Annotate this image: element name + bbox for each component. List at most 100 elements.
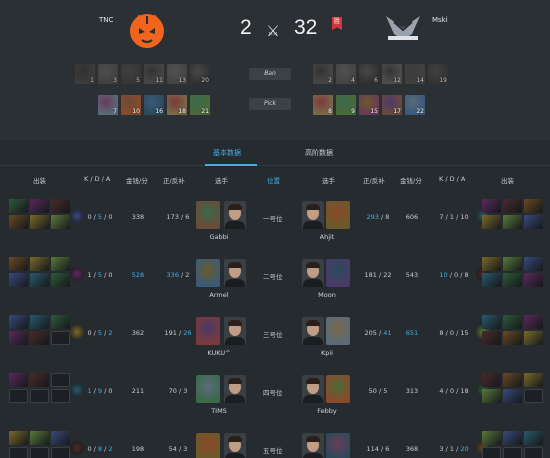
played-hero-portrait[interactable] [326, 317, 350, 345]
played-hero-portrait[interactable] [326, 433, 350, 458]
item-slot-icon[interactable] [524, 273, 543, 287]
pick-hero-portrait[interactable]: 7 [98, 95, 118, 115]
item-slot-icon[interactable] [503, 315, 522, 329]
tab-basic-stats[interactable]: 基本数据 [213, 148, 241, 158]
player-name-right[interactable]: Kpii [297, 349, 357, 357]
player-avatar[interactable] [224, 201, 246, 229]
item-slot-icon[interactable] [503, 373, 522, 387]
ban-hero-portrait[interactable]: 5 [121, 64, 141, 84]
played-hero-portrait[interactable] [196, 433, 220, 458]
item-slot-icon[interactable] [30, 315, 49, 329]
item-slot-icon[interactable] [9, 315, 28, 329]
played-hero-portrait[interactable] [326, 375, 350, 403]
item-slot-icon[interactable] [30, 273, 49, 287]
ban-hero-portrait[interactable]: 12 [382, 64, 402, 84]
pick-hero-portrait[interactable]: 22 [405, 95, 425, 115]
player-name-right[interactable]: Ahjit [297, 233, 357, 241]
player-avatar[interactable] [302, 433, 324, 458]
ban-hero-portrait[interactable]: 13 [167, 64, 187, 84]
player-name-right[interactable]: Moon [297, 291, 357, 299]
item-slot-icon[interactable] [30, 331, 49, 345]
item-slot-icon[interactable] [51, 199, 70, 213]
pick-hero-portrait[interactable]: 16 [144, 95, 164, 115]
item-slot-icon[interactable] [482, 431, 501, 445]
item-slot-icon[interactable] [9, 373, 28, 387]
item-slot-icon[interactable] [503, 257, 522, 271]
item-slot-icon[interactable] [9, 199, 28, 213]
item-slot-icon[interactable] [524, 257, 543, 271]
item-slot-icon[interactable] [524, 199, 543, 213]
pick-hero-portrait[interactable]: 18 [167, 95, 187, 115]
item-slot-icon[interactable] [9, 257, 28, 271]
item-slot-icon[interactable] [482, 389, 501, 403]
ban-hero-portrait[interactable]: 11 [144, 64, 164, 84]
item-slot-icon[interactable] [30, 199, 49, 213]
played-hero-portrait[interactable] [326, 201, 350, 229]
pick-hero-portrait[interactable]: 17 [382, 95, 402, 115]
item-slot-icon[interactable] [482, 315, 501, 329]
pick-hero-portrait[interactable]: 8 [313, 95, 333, 115]
pick-hero-portrait[interactable]: 15 [359, 95, 379, 115]
player-avatar[interactable] [224, 317, 246, 345]
item-slot-icon[interactable] [51, 431, 70, 445]
tab-advanced-stats[interactable]: 高阶数据 [305, 148, 333, 158]
played-hero-portrait[interactable] [326, 259, 350, 287]
item-slot-icon[interactable] [9, 431, 28, 445]
item-slot-icon[interactable] [482, 373, 501, 387]
item-slot-icon[interactable] [30, 373, 49, 387]
item-slot-icon[interactable] [482, 273, 501, 287]
item-slot-icon[interactable] [9, 331, 28, 345]
item-slot-icon[interactable] [482, 331, 501, 345]
ban-hero-portrait[interactable]: 4 [336, 64, 356, 84]
played-hero-portrait[interactable] [196, 201, 220, 229]
item-slot-icon[interactable] [51, 315, 70, 329]
ban-hero-portrait[interactable]: 6 [359, 64, 379, 84]
item-slot-icon[interactable] [503, 431, 522, 445]
player-avatar[interactable] [302, 259, 324, 287]
pick-hero-portrait[interactable]: 21 [190, 95, 210, 115]
player-name-left[interactable]: Armel [189, 291, 249, 299]
player-name-left[interactable]: KUKU^ [189, 349, 249, 357]
item-slot-icon[interactable] [482, 257, 501, 271]
ban-hero-portrait[interactable]: 20 [190, 64, 210, 84]
item-slot-icon[interactable] [524, 315, 543, 329]
ban-hero-portrait[interactable]: 19 [428, 64, 448, 84]
player-avatar[interactable] [224, 259, 246, 287]
item-slot-icon[interactable] [482, 215, 501, 229]
item-slot-icon[interactable] [9, 215, 28, 229]
player-avatar[interactable] [302, 201, 324, 229]
player-name-left[interactable]: Gabbi [189, 233, 249, 241]
player-name-right[interactable]: Febby [297, 407, 357, 415]
item-slot-icon[interactable] [524, 431, 543, 445]
item-slot-icon[interactable] [51, 215, 70, 229]
item-slot-icon[interactable] [30, 431, 49, 445]
item-slot-icon[interactable] [503, 331, 522, 345]
played-hero-portrait[interactable] [196, 259, 220, 287]
item-slot-icon[interactable] [503, 389, 522, 403]
item-slot-icon[interactable] [503, 215, 522, 229]
played-hero-portrait[interactable] [196, 375, 220, 403]
item-slot-icon[interactable] [9, 273, 28, 287]
item-slot-icon[interactable] [482, 199, 501, 213]
pick-hero-portrait[interactable]: 9 [336, 95, 356, 115]
item-slot-icon[interactable] [30, 257, 49, 271]
item-slot-icon[interactable] [503, 273, 522, 287]
player-name-left[interactable]: TIMS [189, 407, 249, 415]
ban-hero-portrait[interactable]: 14 [405, 64, 425, 84]
item-slot-icon[interactable] [524, 373, 543, 387]
item-slot-icon[interactable] [51, 273, 70, 287]
ban-hero-portrait[interactable]: 3 [98, 64, 118, 84]
player-avatar[interactable] [224, 433, 246, 458]
item-slot-icon[interactable] [51, 257, 70, 271]
item-slot-icon[interactable] [524, 331, 543, 345]
ban-hero-portrait[interactable]: 2 [313, 64, 333, 84]
item-slot-icon[interactable] [30, 215, 49, 229]
played-hero-portrait[interactable] [196, 317, 220, 345]
pick-hero-portrait[interactable]: 10 [121, 95, 141, 115]
player-avatar[interactable] [224, 375, 246, 403]
item-slot-icon[interactable] [503, 199, 522, 213]
ban-hero-portrait[interactable]: 1 [75, 64, 95, 84]
player-avatar[interactable] [302, 375, 324, 403]
player-avatar[interactable] [302, 317, 324, 345]
item-slot-icon[interactable] [524, 215, 543, 229]
